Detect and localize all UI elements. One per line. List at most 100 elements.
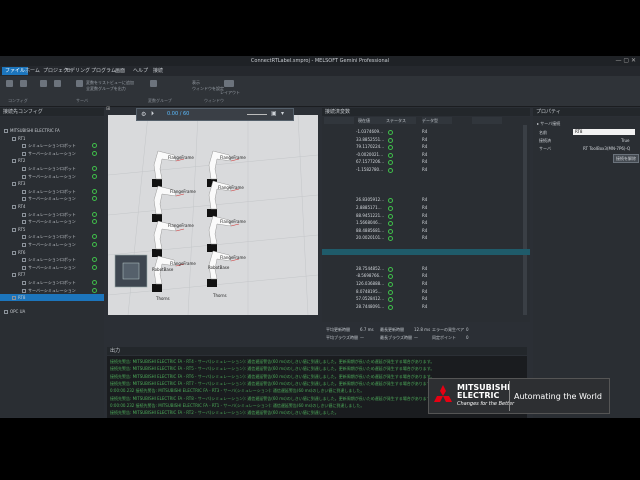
tree-item[interactable]: サーバーシミュレーション	[0, 195, 104, 202]
tree-item[interactable]: サーバーシミュレーション	[0, 150, 104, 157]
layout-icon[interactable]	[224, 80, 234, 87]
tree-item[interactable]: シミュレーションロボット	[0, 233, 104, 240]
checkbox[interactable]	[22, 265, 26, 270]
var-value: 67.1577206…	[356, 159, 385, 165]
checkbox[interactable]	[22, 258, 26, 263]
tree-item[interactable]: RT5	[0, 226, 104, 233]
column-header[interactable]: ステータス	[386, 117, 416, 124]
checkbox[interactable]	[22, 197, 26, 202]
settings-icon[interactable]	[6, 80, 13, 87]
ribbon-item-export[interactable]: 全変数グループを出力	[86, 86, 126, 92]
checkbox[interactable]	[22, 174, 26, 179]
checkbox[interactable]	[22, 144, 26, 149]
checkbox[interactable]	[12, 273, 16, 278]
checkbox[interactable]	[12, 296, 16, 301]
tree-item[interactable]: サーバーシミュレーション	[0, 287, 104, 294]
status-ok-icon	[388, 266, 393, 272]
frame-label: FlangeFrame	[220, 255, 246, 260]
tree-item[interactable]: RT2	[0, 157, 104, 164]
time-slider[interactable]	[247, 114, 267, 115]
filter-icon[interactable]: ▾	[281, 110, 284, 117]
robot-arm[interactable]	[148, 250, 188, 295]
3d-viewport[interactable]: FlangeFrame FlangeFrame FlangeFrame FlangeF…	[108, 115, 318, 315]
tree-item[interactable]: RT7	[0, 271, 104, 278]
checkbox[interactable]	[12, 250, 16, 255]
menu-item[interactable]: ヘルプ	[130, 67, 151, 75]
var-type: R4	[422, 265, 428, 271]
tree-item[interactable]: MITSUBISHI ELECTRIC FA	[0, 127, 104, 134]
stat-label: 最長ブラウズ時間	[380, 335, 412, 340]
tree-item-label: サーバーシミュレーション	[28, 196, 76, 202]
config-tree: MITSUBISHI ELECTRIC FA RT1 シミュレーションロボット サーバ…	[0, 117, 104, 417]
checkbox[interactable]	[22, 281, 26, 285]
tree-item[interactable]: RT3	[0, 180, 104, 187]
var-value: 57.0528412…	[356, 296, 385, 302]
checkbox[interactable]	[22, 212, 26, 217]
checkbox[interactable]	[12, 136, 16, 141]
checkbox[interactable]	[12, 205, 16, 209]
frame-label: FlangeFrame	[220, 155, 246, 160]
vars-scrollbar[interactable]	[523, 125, 527, 315]
nav-cube[interactable]	[114, 254, 148, 315]
checkbox[interactable]	[22, 189, 26, 194]
status-ok-icon	[92, 264, 97, 270]
status-ok-icon	[388, 160, 393, 166]
tree-item[interactable]: シミュレーションロボット	[0, 211, 104, 218]
checkbox[interactable]	[22, 243, 26, 247]
server-icon[interactable]	[76, 80, 83, 87]
connect-icon[interactable]	[20, 80, 27, 87]
tree-item[interactable]: サーバーシミュレーション	[0, 173, 104, 180]
tree-item[interactable]: サーバーシミュレーション	[0, 264, 104, 271]
tree-item[interactable]: シミュレーションロボット	[0, 256, 104, 263]
status-ok-icon	[92, 242, 97, 247]
column-header[interactable]	[472, 117, 502, 124]
tree-item[interactable]: RT8	[0, 294, 104, 302]
tree-item[interactable]: シミュレーションロボット	[0, 188, 104, 195]
delete-icon[interactable]	[54, 80, 61, 87]
settings-icon[interactable]: ⚙	[141, 111, 146, 118]
tree-item-label: シミュレーションロボット	[28, 211, 76, 217]
status-ok-icon	[92, 280, 97, 285]
var-type: R4	[422, 205, 428, 210]
camera-icon[interactable]: ▣	[271, 110, 277, 117]
ribbon-item-layout[interactable]: レイアウト	[220, 90, 240, 96]
tree-item[interactable]: サーバーシミュレーション	[0, 218, 104, 225]
checkbox[interactable]	[22, 220, 26, 225]
add-icon[interactable]	[40, 80, 47, 87]
var-type: R4	[422, 220, 428, 226]
checkbox[interactable]	[22, 235, 26, 240]
tree-item[interactable]: RT4	[0, 203, 104, 210]
tree-item[interactable]: RT1	[0, 135, 104, 142]
checkbox[interactable]	[22, 151, 26, 156]
tree-item[interactable]: OPC UA	[0, 308, 104, 315]
properties-section[interactable]: ▸ サーバ接続	[537, 121, 560, 127]
status-ok-icon	[388, 198, 393, 204]
prop-name-field[interactable]: RT8	[573, 129, 635, 135]
var-type: R4	[422, 159, 428, 165]
tree-item[interactable]: シミュレーションロボット	[0, 165, 104, 172]
status-ok-icon	[388, 236, 393, 242]
checkbox[interactable]	[12, 159, 16, 164]
variables-table[interactable]: 現在値 ステータス データ型 -1.0374609… R4 33.8852551… R4 79…	[322, 117, 530, 322]
tree-item[interactable]: RT6	[0, 249, 104, 256]
column-header[interactable]: 現在値	[358, 117, 388, 124]
menu-item[interactable]: 接続	[150, 67, 166, 75]
tree-item[interactable]: シミュレーションロボット	[0, 142, 104, 149]
stat-label: 最長更新時間	[380, 327, 404, 332]
tree-item[interactable]: サーバーシミュレーション	[0, 241, 104, 248]
checkbox[interactable]	[22, 288, 26, 293]
checkbox[interactable]	[4, 309, 8, 314]
checkbox[interactable]	[12, 182, 16, 187]
menu-item[interactable]: 画面	[112, 67, 128, 75]
checkbox[interactable]	[12, 227, 16, 232]
pin-icon[interactable]: ⊞	[106, 106, 110, 112]
column-header[interactable]	[324, 117, 354, 124]
disconnect-button[interactable]: 接続を解除	[613, 154, 639, 163]
column-header[interactable]: データ型	[422, 117, 452, 124]
checkbox[interactable]	[22, 167, 26, 171]
tree-item[interactable]: シミュレーションロボット	[0, 279, 104, 286]
play-icon[interactable]: ⏵	[151, 110, 154, 118]
checkbox[interactable]	[4, 129, 8, 133]
window-controls[interactable]: — ▢ ✕	[615, 57, 636, 64]
variable-icon[interactable]	[150, 80, 157, 87]
